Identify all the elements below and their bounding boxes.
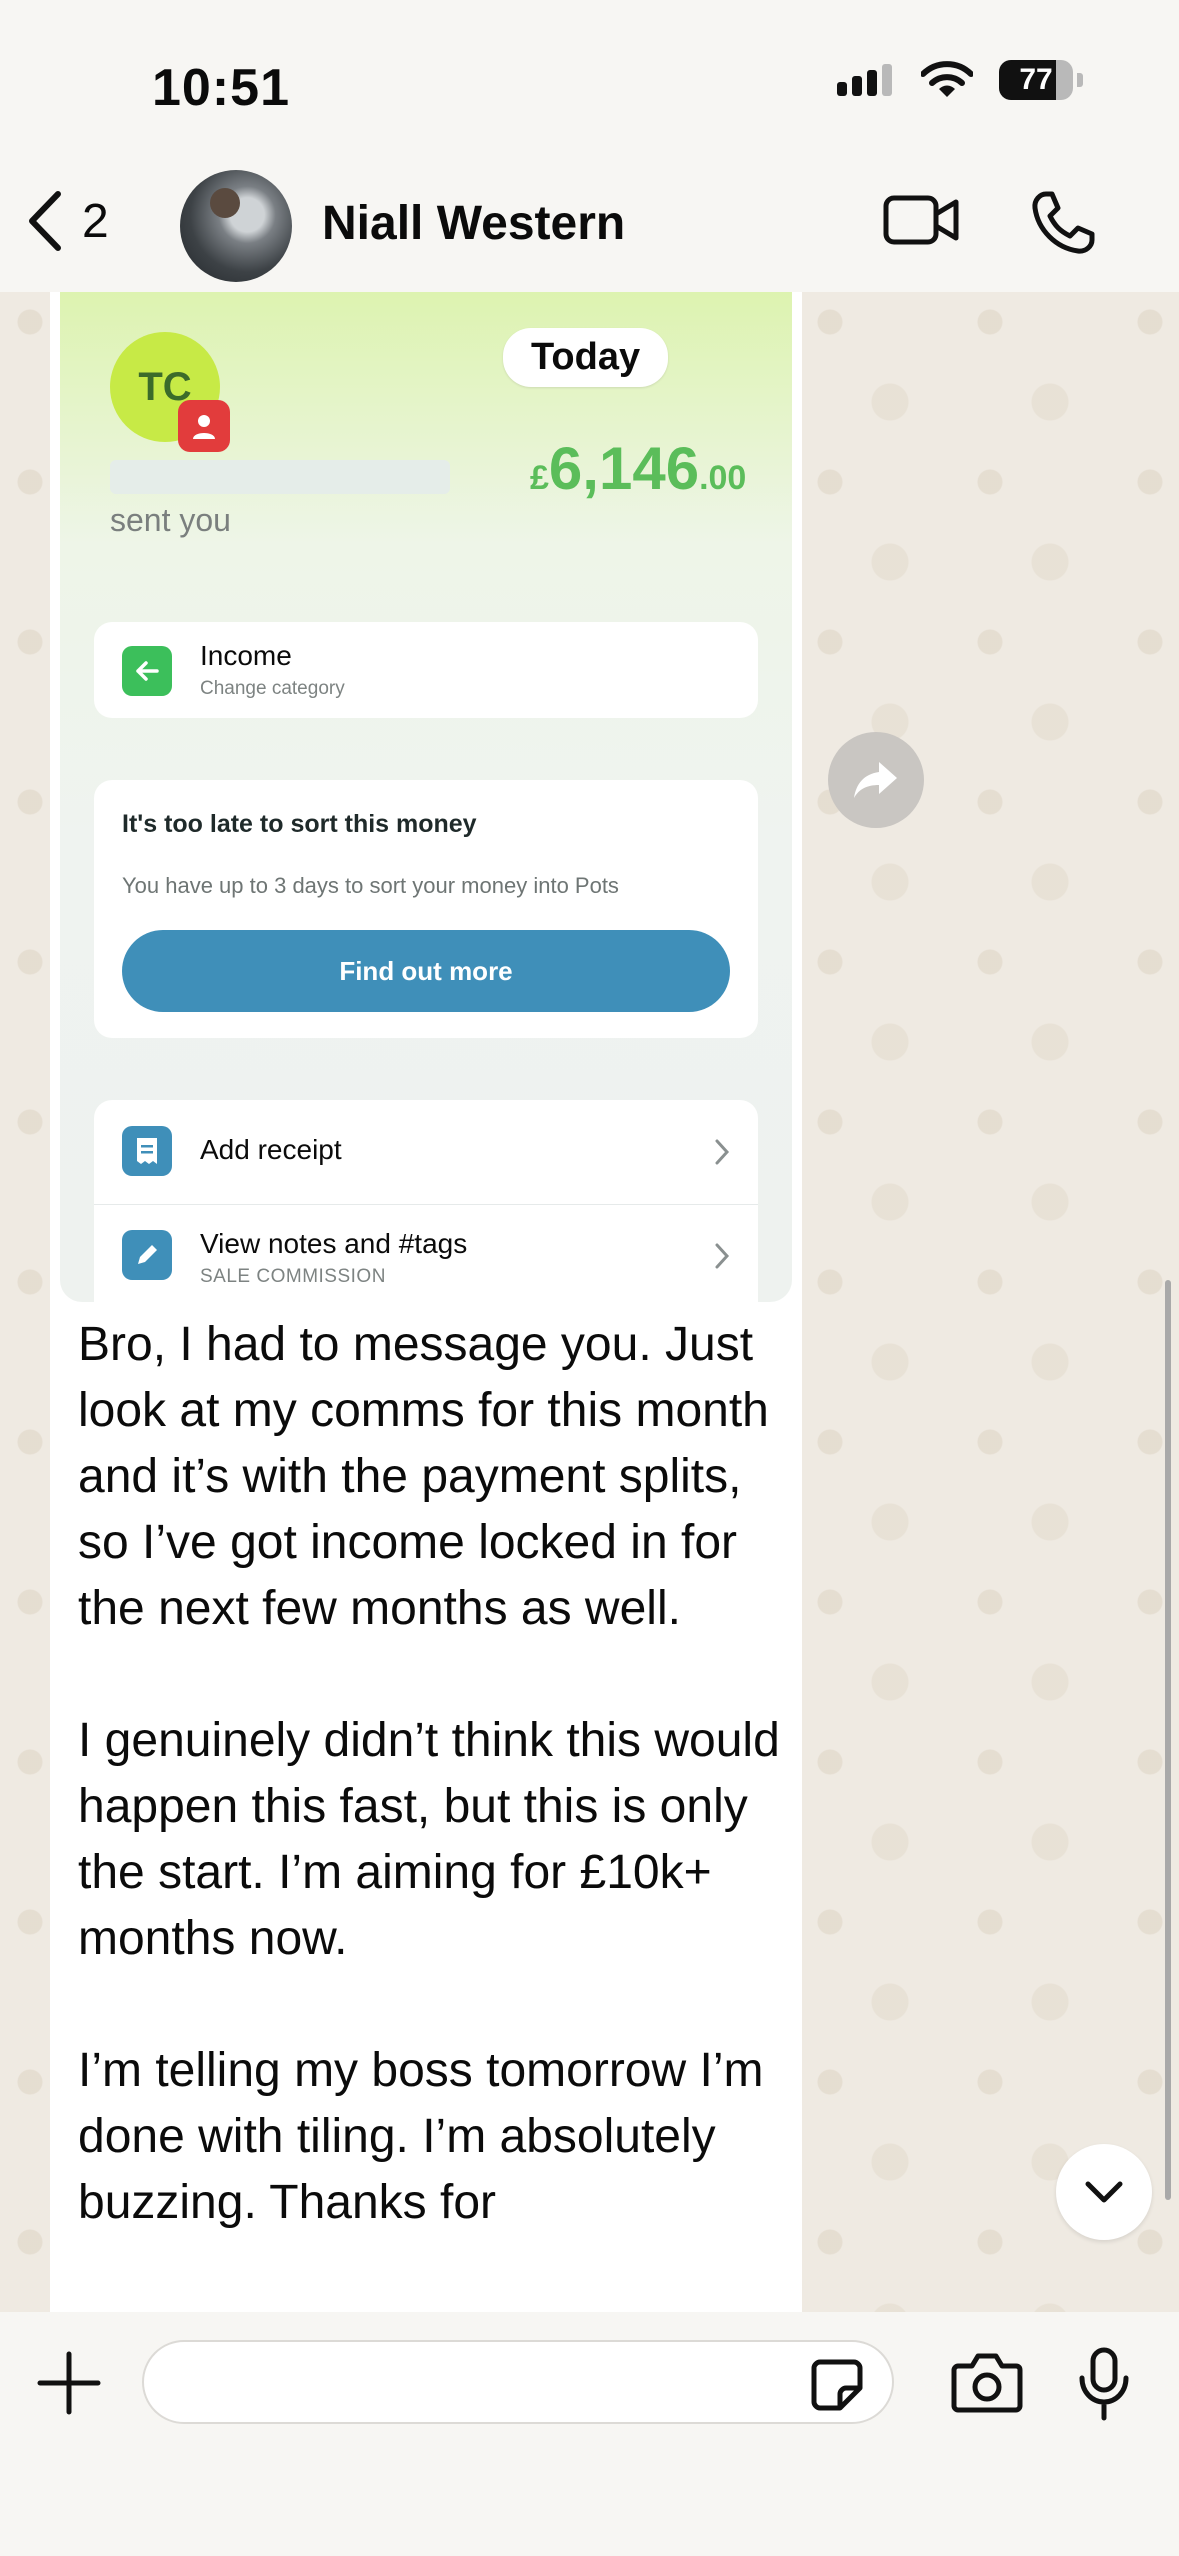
message-text: Bro, I had to message you. Just look at … [78, 1318, 780, 2229]
back-chevron-icon [29, 191, 61, 251]
status-icons: 77 [837, 60, 1083, 100]
redacted-name [110, 460, 450, 494]
sent-text: sent you [110, 502, 231, 538]
message-input[interactable] [174, 2354, 818, 2412]
chat-area[interactable]: TC Today £6,146.00 sent you Income Chang… [0, 292, 1179, 2312]
receipt-icon [122, 1126, 172, 1176]
contact-name[interactable]: Niall Western [322, 196, 625, 251]
notes-sub: SALE COMMISSION [200, 1266, 386, 1287]
find-out-more-button: Find out more [122, 930, 730, 1012]
amount-currency: £ [530, 459, 549, 497]
shared-screenshot[interactable]: TC Today £6,146.00 sent you Income Chang… [60, 292, 792, 1302]
camera-icon[interactable] [950, 2352, 1024, 2414]
plus-icon[interactable] [36, 2350, 102, 2416]
scrollbar[interactable] [1165, 1280, 1171, 2200]
wifi-icon [921, 61, 973, 97]
arrow-left-icon [122, 646, 172, 696]
scroll-down-icon [1085, 2181, 1123, 2203]
add-receipt-row: Add receipt [94, 1100, 758, 1205]
category-card: Income Change category [94, 622, 758, 718]
actions-card: Add receipt View notes and #tags SALE CO… [94, 1100, 758, 1302]
chevron-right-icon [715, 1139, 730, 1165]
contact-badge-icon [178, 400, 230, 452]
late-sub: You have up to 3 days to sort your money… [122, 873, 619, 898]
amount-decimal: .00 [699, 459, 747, 497]
category-sub: Change category [200, 678, 345, 699]
date-pill: Today [503, 328, 669, 387]
sticker-icon[interactable] [810, 2358, 864, 2412]
top-bar: 10:51 77 2 Niall Western [0, 0, 1179, 292]
back-button[interactable]: 2 [24, 190, 109, 252]
chevron-right-icon [715, 1243, 730, 1269]
video-call-icon[interactable] [882, 190, 960, 250]
battery-cap [1077, 73, 1083, 87]
phone-icon[interactable] [1030, 190, 1096, 256]
message-bubble[interactable]: TC Today £6,146.00 sent you Income Chang… [50, 292, 802, 2312]
add-receipt-label: Add receipt [200, 1134, 342, 1165]
notes-row: View notes and #tags SALE COMMISSION [94, 1204, 758, 1302]
contact-avatar[interactable] [180, 170, 292, 282]
category-title: Income [200, 640, 292, 671]
late-title: It's too late to sort this money [122, 810, 477, 838]
battery-icon: 77 [999, 60, 1073, 100]
scroll-down-button[interactable] [1056, 2144, 1152, 2240]
notes-label: View notes and #tags [200, 1228, 468, 1259]
composer-bar [0, 2312, 1179, 2556]
signal-icon [837, 64, 892, 96]
pencil-icon [122, 1230, 172, 1280]
forward-icon [854, 762, 897, 798]
microphone-icon[interactable] [1076, 2346, 1132, 2422]
battery-level: 77 [1019, 63, 1053, 96]
status-time: 10:51 [152, 59, 290, 117]
message-input-container[interactable] [142, 2340, 894, 2424]
unread-count: 2 [82, 194, 109, 248]
forward-button[interactable] [828, 732, 924, 828]
amount: £6,146.00 [530, 434, 746, 503]
sort-money-card: It's too late to sort this money You hav… [94, 780, 758, 1038]
amount-main: 6,146 [548, 435, 700, 502]
